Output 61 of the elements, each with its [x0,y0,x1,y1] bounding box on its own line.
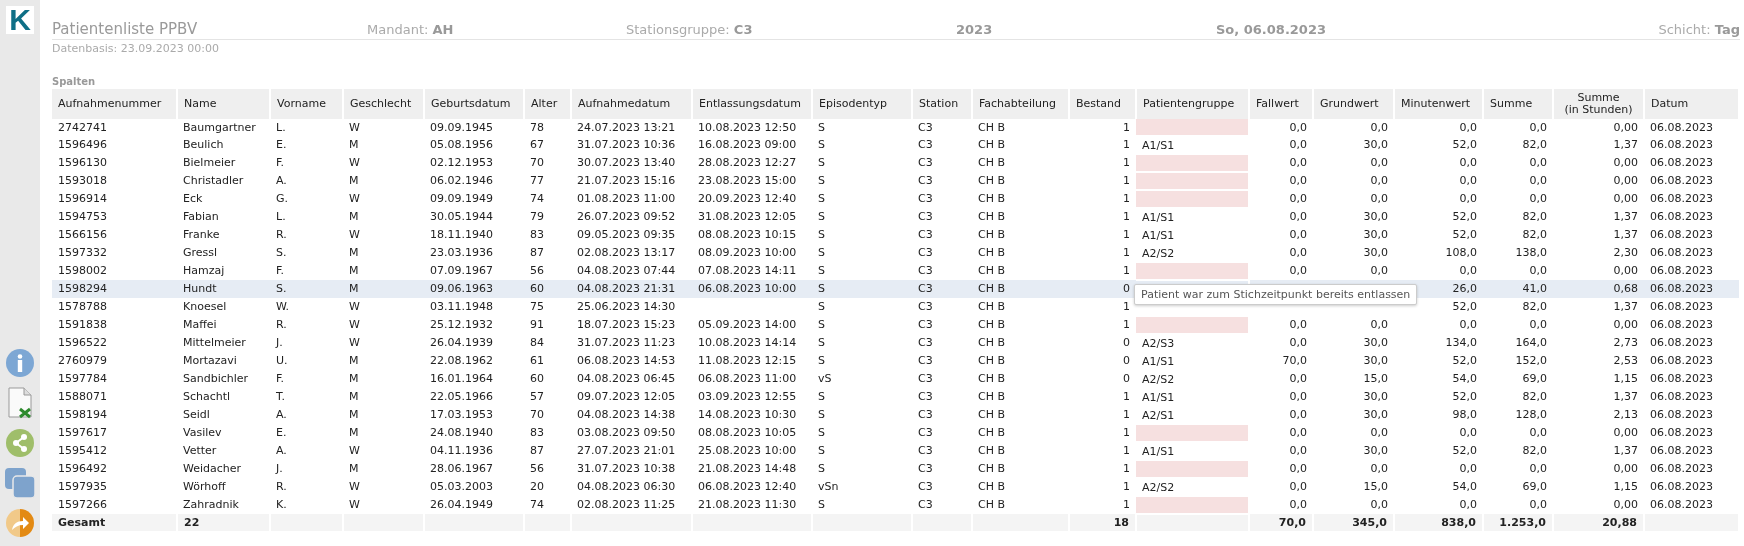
column-header[interactable]: Vorname [270,89,343,119]
selected-row-cell: 06.08.2023 [1644,280,1739,298]
total-cell: 70,0 [1249,514,1313,531]
column-header[interactable]: Summe (in Stunden) [1553,89,1644,119]
column-header[interactable]: Aufnahmedatum [571,89,692,119]
total-cell: 1.253,0 [1483,514,1553,531]
selected-row-cell: 60 [524,280,571,298]
selected-row-cell: S. [270,280,343,298]
column-header[interactable]: Station [912,89,972,119]
header-field: Schicht: Tag [1580,22,1740,37]
selected-row-cell: 0,68 [1553,280,1644,298]
header-field: 2023 [956,22,1216,37]
column-header[interactable]: Datum [1644,89,1739,119]
column-header[interactable]: Entlassungsdatum [692,89,812,119]
data-basis-text: Datenbasis: 23.09.2023 00:00 [52,42,220,55]
column-header[interactable]: Alter [524,89,571,119]
column-header[interactable]: Fachabteilung [972,89,1069,119]
selected-row-cell: Hundt [177,280,270,298]
column-header[interactable]: Aufnahmenummer [52,89,177,119]
total-cell: 18 [1069,514,1136,531]
table-cell: 1 [1069,496,1136,514]
total-cell: 838,0 [1394,514,1483,531]
column-header[interactable]: Name [177,89,270,119]
spreadsheet-file-icon[interactable] [6,387,34,419]
table-cell: 1 [1069,119,1136,136]
selected-row-cell: 04.08.2023 21:31 [571,280,692,298]
tooltip: Patient war zum Stichzeitpunkt bereits entlassen [1134,284,1418,305]
logo: K [6,6,34,34]
column-header[interactable]: Patientengruppe [1136,89,1249,119]
selected-row-cell: 09.06.1963 [424,280,524,298]
copy-icon[interactable] [4,467,36,499]
header-field: So, 06.08.2023 [1216,22,1580,37]
page-title: Patientenliste PPBV [52,20,199,38]
selected-row-cell: 1598294 [52,280,177,298]
column-header[interactable]: Summe [1483,89,1553,119]
total-cell: 22 [177,514,270,531]
column-header[interactable]: Bestand [1069,89,1136,119]
table-cell: 1 [1069,262,1136,280]
selected-row-cell: C3 [912,280,972,298]
header-field: Mandant: AH [367,22,626,37]
column-header[interactable]: Minutenwert [1394,89,1483,119]
total-cell: 345,0 [1313,514,1394,531]
selected-row-cell: M [343,280,424,298]
selected-row-cell: 06.08.2023 10:00 [692,280,812,298]
selected-row-cell: S [812,280,912,298]
table-cell: Baumgartner [177,119,270,136]
column-header[interactable]: Geschlecht [343,89,424,119]
column-header[interactable]: Geburtsdatum [424,89,524,119]
total-cell: 20,88 [1553,514,1644,531]
total-cell: Gesamt [52,514,177,531]
forward-icon[interactable] [5,508,35,538]
info-icon[interactable] [5,348,35,378]
column-header[interactable]: Grundwert [1313,89,1394,119]
share-icon[interactable] [5,428,35,458]
selected-row-cell: 41,0 [1483,280,1553,298]
column-header[interactable]: Fallwert [1249,89,1313,119]
column-header[interactable]: Episodentyp [812,89,912,119]
selected-row-cell: 0 [1069,280,1136,298]
header-field: Stationsgruppe: C3 [626,22,956,37]
section-label: Spalten [52,76,97,87]
selected-row-cell: CH B [972,280,1069,298]
